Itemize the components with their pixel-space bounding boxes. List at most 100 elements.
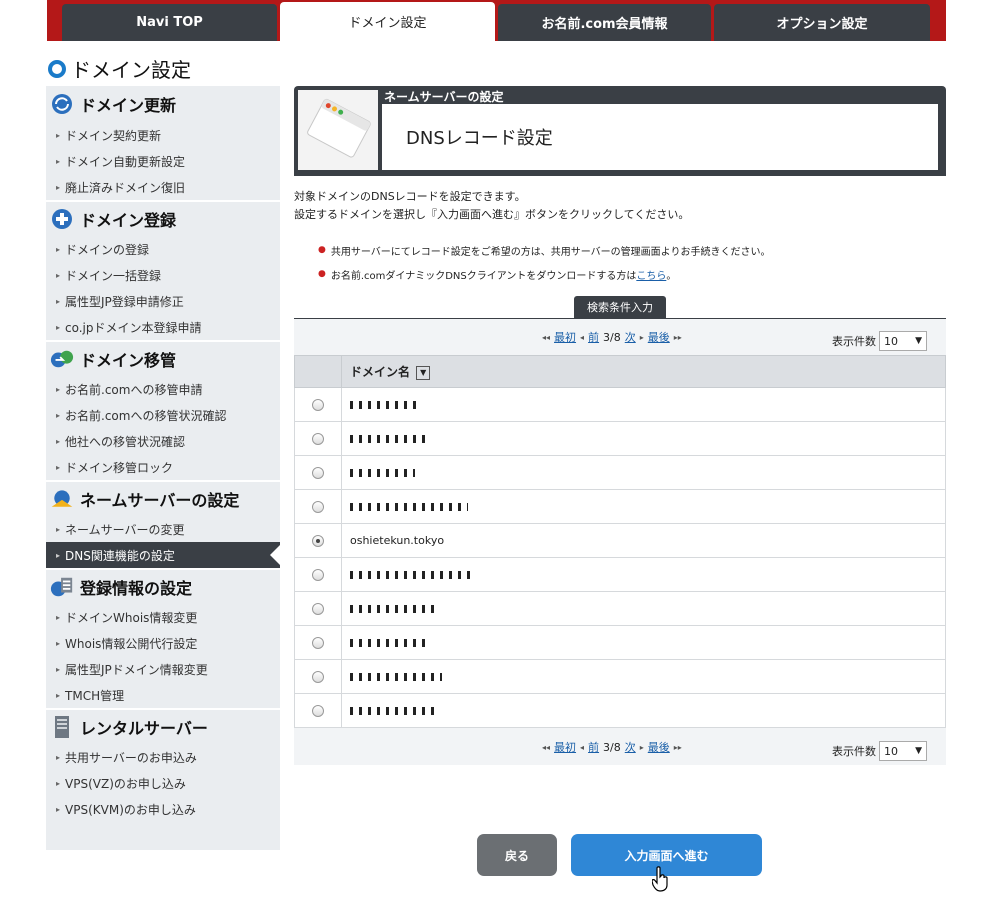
transfer-globe-icon — [50, 347, 74, 371]
pager-prev-link[interactable]: 前 — [588, 739, 599, 755]
tab-domain-settings[interactable]: ドメイン設定 — [280, 2, 495, 41]
table-row[interactable] — [294, 387, 946, 422]
pager-position: 3/8 — [603, 330, 621, 344]
domain-column-header[interactable]: ドメイン名 ▼ — [341, 355, 946, 388]
pager-next-link[interactable]: 次 — [625, 329, 636, 345]
domain-radio[interactable] — [312, 433, 324, 445]
table-row[interactable] — [294, 557, 946, 592]
sidebar-item-jp-info-change[interactable]: 属性型JPドメイン情報変更 — [46, 656, 280, 682]
registration-info-icon — [50, 575, 74, 599]
domain-name-cell — [341, 489, 946, 524]
sidebar-item-bulk-register[interactable]: ドメイン一括登録 — [46, 262, 280, 288]
table-row[interactable] — [294, 421, 946, 456]
sidebar-item-cojp-register[interactable]: co.jpドメイン本登録申請 — [46, 314, 280, 340]
sidebar-heading[interactable]: ネームサーバーの設定 — [46, 480, 280, 516]
back-button[interactable]: 戻る — [477, 834, 557, 876]
masked-domain — [350, 673, 442, 681]
plus-circle-icon — [50, 207, 74, 231]
sidebar-heading[interactable]: ドメイン移管 — [46, 340, 280, 376]
table-row[interactable]: oshietekun.tokyo — [294, 523, 946, 558]
download-link[interactable]: こちら — [636, 267, 666, 282]
hand-cursor-icon — [651, 866, 670, 895]
sidebar-section-renewal: ドメイン更新 ドメイン契約更新 ドメイン自動更新設定 廃止済みドメイン復旧 — [46, 86, 280, 200]
domain-radio[interactable] — [312, 671, 324, 683]
dropdown-arrow-icon: ▼ — [915, 336, 922, 346]
domain-name-cell — [341, 659, 946, 694]
masked-domain — [350, 435, 428, 443]
pager-position: 3/8 — [603, 740, 621, 754]
sidebar-item-transfer-status[interactable]: お名前.comへの移管状況確認 — [46, 402, 280, 428]
display-count-label: 表示件数 — [832, 745, 876, 758]
domain-radio[interactable] — [312, 501, 324, 513]
masked-domain — [350, 469, 415, 477]
domain-radio[interactable] — [312, 467, 324, 479]
description-line: 対象ドメインのDNSレコードを設定できます。 — [294, 190, 526, 203]
sidebar-item-renew-contract[interactable]: ドメイン契約更新 — [46, 122, 280, 148]
sidebar-item-whois-change[interactable]: ドメインWhois情報変更 — [46, 604, 280, 630]
table-row[interactable] — [294, 693, 946, 728]
domain-radio[interactable] — [312, 603, 324, 615]
sidebar-item-jp-correction[interactable]: 属性型JP登録申請修正 — [46, 288, 280, 314]
note-item: ● お名前.comダイナミックDNSクライアントをダウンロードする方は こちら … — [318, 262, 770, 286]
sidebar-item-shared-server[interactable]: 共用サーバーのお申込み — [46, 744, 280, 770]
first-arrow-icon: ◂◂ — [542, 742, 551, 752]
search-conditions-tab[interactable]: 検索条件入力 — [574, 296, 666, 318]
sidebar-section-nameserver: ネームサーバーの設定 ネームサーバーの変更 DNS関連機能の設定 — [46, 480, 280, 568]
domain-table: ドメイン名 ▼ oshietekun.tokyo — [294, 355, 946, 728]
table-row[interactable] — [294, 625, 946, 660]
domain-radio[interactable] — [312, 569, 324, 581]
tab-navi-top[interactable]: Navi TOP — [62, 4, 277, 41]
sidebar-item-whois-privacy[interactable]: Whois情報公開代行設定 — [46, 630, 280, 656]
sidebar-heading[interactable]: レンタルサーバー — [46, 708, 280, 744]
display-count-select[interactable]: 10 ▼ — [879, 741, 927, 761]
pager-prev-link[interactable]: 前 — [588, 329, 599, 345]
top-nav: Navi TOP ドメイン設定 お名前.com会員情報 オプション設定 — [47, 0, 946, 41]
first-arrow-icon: ◂◂ — [542, 332, 551, 342]
tab-member-info[interactable]: お名前.com会員情報 — [498, 4, 711, 41]
domain-radio[interactable] — [312, 637, 324, 649]
page-title: ドメイン設定 — [48, 54, 191, 83]
masked-domain — [350, 571, 475, 579]
sidebar-item-auto-renew[interactable]: ドメイン自動更新設定 — [46, 148, 280, 174]
pager-first-link[interactable]: 最初 — [554, 329, 576, 345]
red-bullet-icon: ● — [318, 245, 326, 255]
sidebar-item-outbound-status[interactable]: 他社への移管状況確認 — [46, 428, 280, 454]
pager-first-link[interactable]: 最初 — [554, 739, 576, 755]
domain-name: oshietekun.tokyo — [350, 534, 445, 547]
pager-last-link[interactable]: 最後 — [648, 739, 670, 755]
row-select-cell — [294, 421, 342, 456]
sidebar-heading[interactable]: ドメイン更新 — [46, 86, 280, 122]
domain-name-cell: oshietekun.tokyo — [341, 523, 946, 558]
sidebar-item-transfer-lock[interactable]: ドメイン移管ロック — [46, 454, 280, 480]
prev-arrow-icon: ◂ — [580, 332, 585, 342]
sidebar-item-change-nameserver[interactable]: ネームサーバーの変更 — [46, 516, 280, 542]
domain-radio[interactable] — [312, 705, 324, 717]
row-select-cell — [294, 591, 342, 626]
table-row[interactable] — [294, 591, 946, 626]
domain-name-cell — [341, 455, 946, 490]
domain-radio[interactable] — [312, 399, 324, 411]
server-icon — [50, 715, 74, 739]
table-row[interactable] — [294, 489, 946, 524]
sidebar-item-register-domain[interactable]: ドメインの登録 — [46, 236, 280, 262]
row-select-cell — [294, 557, 342, 592]
domain-radio[interactable] — [312, 535, 324, 547]
sidebar-item-restore[interactable]: 廃止済みドメイン復旧 — [46, 174, 280, 200]
table-row[interactable] — [294, 659, 946, 694]
pager-next-link[interactable]: 次 — [625, 739, 636, 755]
table-row[interactable] — [294, 455, 946, 490]
pager-last-link[interactable]: 最後 — [648, 329, 670, 345]
sidebar-item-vps-kvm[interactable]: VPS(KVM)のお申し込み — [46, 796, 280, 822]
header-category: ネームサーバーの設定 — [384, 90, 504, 104]
tab-option-settings[interactable]: オプション設定 — [714, 4, 930, 41]
sidebar-heading[interactable]: ドメイン登録 — [46, 200, 280, 236]
sort-down-icon[interactable]: ▼ — [416, 365, 431, 380]
display-count-select[interactable]: 10 ▼ — [879, 331, 927, 351]
page-title-text: ドメイン設定 — [71, 58, 191, 82]
sidebar-item-transfer-request[interactable]: お名前.comへの移管申請 — [46, 376, 280, 402]
sidebar-item-dns-settings[interactable]: DNS関連機能の設定 — [46, 542, 280, 568]
description: 対象ドメインのDNSレコードを設定できます。 設定するドメインを選択し『入力画面… — [294, 188, 689, 224]
sidebar-item-vps-vz[interactable]: VPS(VZ)のお申し込み — [46, 770, 280, 796]
sidebar-heading[interactable]: 登録情報の設定 — [46, 568, 280, 604]
sidebar-item-tmch[interactable]: TMCH管理 — [46, 682, 280, 708]
